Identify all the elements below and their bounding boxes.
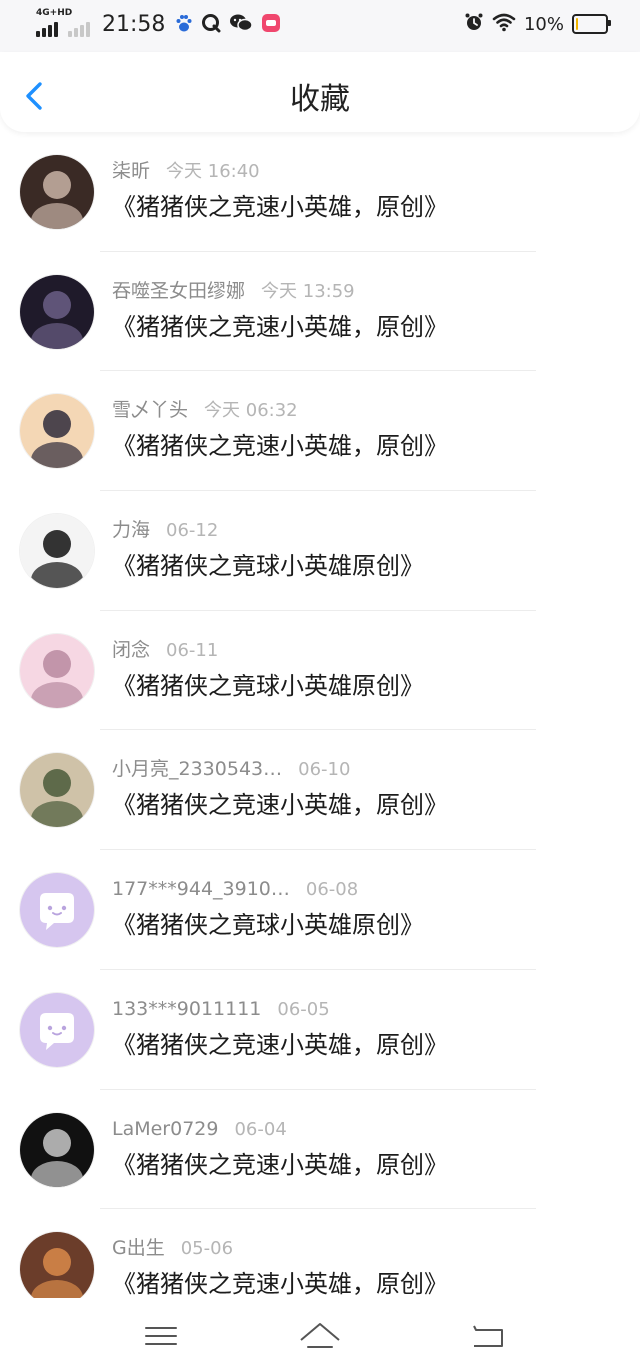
work-title: 《猪猪侠之竞速小英雄，原创》 <box>112 312 448 341</box>
favorite-item[interactable]: 133***9011111 06-05 《猪猪侠之竞速小英雄，原创》 <box>0 970 640 1090</box>
favorite-time: 今天 16:40 <box>166 161 260 182</box>
back-nav-icon <box>473 1325 503 1347</box>
favorite-meta: 柒昕 今天 16:40 <box>112 158 600 185</box>
favorite-meta: 小月亮_2330543… 06-10 <box>112 756 600 783</box>
favorite-text: 小月亮_2330543… 06-10 《猪猪侠之竞速小英雄，原创》 <box>112 756 600 821</box>
avatar[interactable] <box>20 1232 94 1298</box>
navigation-bar <box>0 1298 640 1372</box>
work-title: 《猪猪侠之竟球小英雄原创》 <box>112 552 424 581</box>
q-browser-icon <box>201 13 221 37</box>
work-title: 《猪猪侠之竞速小英雄，原创》 <box>112 193 448 221</box>
app-badge-icon <box>261 13 281 37</box>
favorite-time: 今天 06:32 <box>204 400 298 422</box>
favorite-meta: 雪乄丫头 今天 06:32 <box>112 397 600 424</box>
avatar[interactable] <box>20 873 94 948</box>
favorite-time: 06-12 <box>166 520 219 542</box>
favorite-item[interactable]: 雪乄丫头 今天 06:32 《猪猪侠之竞速小英雄，原创》 <box>0 371 640 492</box>
baidu-icon <box>175 13 193 37</box>
avatar[interactable] <box>20 514 94 589</box>
battery-percent: 10% <box>523 13 564 35</box>
author-name: 小月亮_2330543… <box>112 758 283 781</box>
favorite-text: 吞噬圣女田缪娜 今天 13:59 《猪猪侠之竞速小英雄，原创》 <box>112 278 600 343</box>
work-title: 《猪猪侠之竟球小英雄原创》 <box>112 911 424 940</box>
favorite-text: 闭念 06-11 《猪猪侠之竟球小英雄原创》 <box>112 637 600 702</box>
favorite-meta: 133***9011111 06-05 <box>112 996 600 1023</box>
alarm-icon <box>464 12 484 36</box>
favorite-time: 06-10 <box>298 759 351 781</box>
favorite-item[interactable]: 柒昕 今天 16:40 《猪猪侠之竞速小英雄，原创》 <box>0 132 640 252</box>
favorite-meta: 吞噬圣女田缪娜 今天 13:59 <box>112 278 600 305</box>
favorite-time: 06-04 <box>234 1118 287 1140</box>
favorite-text: LaMer0729 06-04 《猪猪侠之竞速小英雄，原创》 <box>112 1116 600 1181</box>
work-title: 《猪猪侠之竞速小英雄，原创》 <box>112 1270 448 1298</box>
favorite-meta: LaMer0729 06-04 <box>112 1116 600 1143</box>
notification-icons <box>175 13 281 37</box>
favorite-meta: 力海 06-12 <box>112 517 600 544</box>
favorite-text: 雪乄丫头 今天 06:32 《猪猪侠之竞速小英雄，原创》 <box>112 397 600 462</box>
favorite-text: 力海 06-12 《猪猪侠之竟球小英雄原创》 <box>112 517 600 582</box>
wifi-icon <box>492 12 516 36</box>
favorite-text: 177***944_3910… 06-08 《猪猪侠之竟球小英雄原创》 <box>112 876 600 941</box>
battery-level <box>576 18 579 30</box>
favorite-item[interactable]: 小月亮_2330543… 06-10 《猪猪侠之竞速小英雄，原创》 <box>0 730 640 851</box>
author-name: 力海 <box>112 519 151 542</box>
favorite-item[interactable]: LaMer0729 06-04 《猪猪侠之竞速小英雄，原创》 <box>0 1090 640 1210</box>
page-title: 收藏 <box>290 82 350 117</box>
status-bar: 4G+HD 21:58 10% <box>0 0 640 52</box>
status-time: 21:58 <box>102 12 166 37</box>
avatar[interactable] <box>20 633 94 708</box>
work-title: 《猪猪侠之竞速小英雄，原创》 <box>112 791 448 820</box>
favorite-time: 今天 13:59 <box>261 280 355 302</box>
header: 收藏 <box>0 52 640 132</box>
favorites-list: 柒昕 今天 16:40 《猪猪侠之竞速小英雄，原创》 吞噬圣女田缪娜 今天 13:59 《… <box>0 132 640 1298</box>
favorite-item[interactable]: 闭念 06-11 《猪猪侠之竟球小英雄原创》 <box>0 611 640 731</box>
avatar[interactable] <box>20 394 94 469</box>
signal-strength-icon <box>36 12 90 37</box>
back-nav-button[interactable] <box>466 1316 510 1356</box>
author-name: 吞噬圣女田缪娜 <box>112 279 246 302</box>
work-title: 《猪猪侠之竞速小英雄，原创》 <box>112 1150 448 1179</box>
home-icon <box>300 1323 340 1348</box>
favorite-text: 133***9011111 06-05 《猪猪侠之竞速小英雄，原创》 <box>112 996 600 1061</box>
favorite-item[interactable]: 力海 06-12 《猪猪侠之竟球小英雄原创》 <box>0 491 640 611</box>
menu-button[interactable] <box>140 1316 184 1356</box>
avatar[interactable] <box>20 1112 94 1187</box>
favorite-item[interactable]: G出生 05-06 《猪猪侠之竞速小英雄，原创》 <box>0 1209 640 1298</box>
avatar[interactable] <box>20 992 94 1067</box>
favorite-meta: 177***944_3910… 06-08 <box>112 876 600 903</box>
work-title: 《猪猪侠之竞速小英雄，原创》 <box>112 432 448 461</box>
work-title: 《猪猪侠之竞速小英雄，原创》 <box>112 1030 448 1059</box>
avatar[interactable] <box>20 155 94 229</box>
favorite-time: 05-06 <box>180 1238 234 1260</box>
home-button[interactable] <box>298 1316 342 1356</box>
avatar[interactable] <box>20 274 94 349</box>
author-name: 闭念 <box>112 638 151 661</box>
avatar[interactable] <box>20 753 94 828</box>
favorite-text: G出生 05-06 《猪猪侠之竞速小英雄，原创》 <box>112 1235 600 1298</box>
author-name: 177***944_3910… <box>112 878 290 901</box>
favorites-screen: 4G+HD 21:58 10% 收藏 柒昕 今天 16:40 《猪猪侠之竞速小英… <box>0 0 640 1372</box>
favorite-meta: 闭念 06-11 <box>112 637 600 664</box>
menu-icon <box>145 1327 177 1345</box>
author-name: 柒昕 <box>112 160 151 182</box>
favorite-time: 06-08 <box>305 879 359 901</box>
favorite-item[interactable]: 177***944_3910… 06-08 《猪猪侠之竟球小英雄原创》 <box>0 850 640 970</box>
wechat-icon <box>229 13 254 37</box>
work-title: 《猪猪侠之竟球小英雄原创》 <box>112 671 424 700</box>
favorite-item[interactable]: 吞噬圣女田缪娜 今天 13:59 《猪猪侠之竞速小英雄，原创》 <box>0 252 640 372</box>
favorite-text: 柒昕 今天 16:40 《猪猪侠之竞速小英雄，原创》 <box>112 158 600 223</box>
status-right: 10% <box>464 12 611 36</box>
author-name: G出生 <box>112 1237 165 1260</box>
author-name: 雪乄丫头 <box>112 399 189 422</box>
favorite-time: 06-11 <box>166 639 219 661</box>
status-left: 21:58 <box>36 12 281 37</box>
favorite-time: 06-05 <box>277 998 330 1020</box>
author-name: LaMer0729 <box>112 1117 219 1140</box>
favorite-meta: G出生 05-06 <box>112 1235 600 1262</box>
author-name: 133***9011111 <box>112 997 262 1020</box>
battery-icon <box>572 14 611 34</box>
